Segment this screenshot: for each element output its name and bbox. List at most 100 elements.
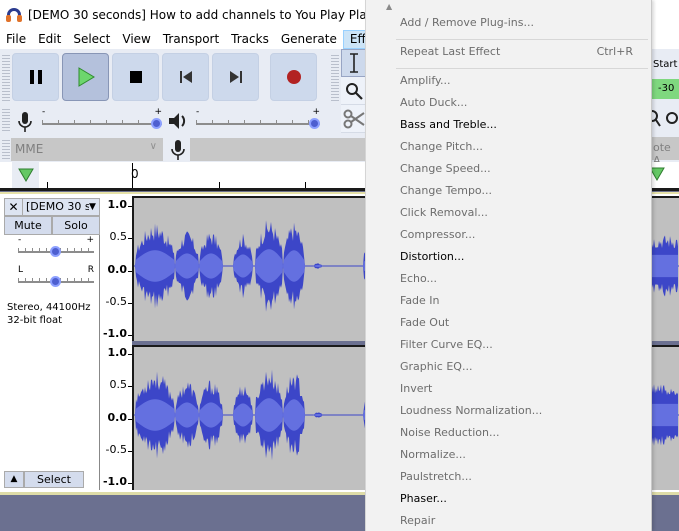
menu-item-graphic-eq[interactable]: Graphic EQ... [400, 360, 635, 380]
menu-separator [396, 39, 648, 40]
amplitude-ruler-right-channel: 1.0 0.5 0.0 -0.5 -1.0 [100, 344, 132, 488]
slider-track [42, 123, 162, 125]
menu-item-echo[interactable]: Echo... [400, 272, 635, 292]
track-name-menu[interactable]: [DEMO 30 se [23, 199, 89, 215]
tools-toolbar-grip[interactable] [331, 53, 339, 103]
menu-item-filter-curve-eq[interactable]: Filter Curve EQ... [400, 338, 635, 358]
gain-min-label: - [18, 235, 22, 245]
skip-to-start-button[interactable] [162, 53, 209, 101]
menu-item-label: Change Tempo... [400, 184, 492, 197]
menu-item-loudness-normalization[interactable]: Loudness Normalization... [400, 404, 635, 424]
solo-button[interactable]: Solo [52, 216, 100, 235]
i-beam-icon [349, 53, 358, 73]
stop-button[interactable] [112, 53, 159, 101]
menu-item-normalize[interactable]: Normalize... [400, 448, 635, 468]
track-gain-slider[interactable]: - + [18, 235, 94, 258]
menu-item-auto-duck[interactable]: Auto Duck... [400, 96, 635, 116]
menu-file[interactable]: File [0, 30, 32, 49]
menu-tracks[interactable]: Tracks [225, 30, 275, 49]
gain-max-label: + [86, 235, 94, 245]
menu-scroll-up-arrow-icon[interactable]: ▲ [386, 2, 392, 11]
menu-item-noise-reduction[interactable]: Noise Reduction... [400, 426, 635, 446]
green-triangle-down-icon [652, 167, 665, 181]
menu-item-label: Repeat Last Effect [400, 45, 501, 58]
amplitude-tick-label: 1.0 [107, 198, 128, 211]
playback-volume-thumb[interactable] [309, 118, 320, 129]
menu-item-change-speed[interactable]: Change Speed... [400, 162, 635, 182]
menu-item-label: Auto Duck... [400, 96, 468, 109]
record-icon [286, 70, 301, 84]
magnifier-icon [345, 82, 363, 100]
close-track-button[interactable]: ✕ [5, 199, 23, 215]
amplitude-tick-label: 0.5 [109, 378, 128, 392]
menu-select[interactable]: Select [67, 30, 116, 49]
record-button[interactable] [270, 53, 317, 101]
recording-volume-slider[interactable]: - + [42, 107, 162, 130]
recording-device-select[interactable] [190, 138, 366, 161]
pan-right-label: R [87, 265, 94, 275]
ruler-tick [219, 182, 220, 188]
chevron-down-icon: ∨ [149, 141, 157, 152]
menu-generate[interactable]: Generate [275, 30, 343, 49]
mute-solo-row: Mute Solo [4, 216, 100, 235]
zoom-toggle-icon[interactable] [652, 107, 679, 129]
menu-item-paulstretch[interactable]: Paulstretch... [400, 470, 635, 490]
menu-item-repair[interactable]: Repair [400, 514, 635, 531]
menu-item-label: Fade Out [400, 316, 450, 329]
amplitude-tick-label: -0.5 [105, 442, 127, 456]
menu-item-click-removal[interactable]: Click Removal... [400, 206, 635, 226]
mute-button[interactable]: Mute [4, 216, 52, 235]
effect-menu-dropdown: ▲ Add / Remove Plug-ins... Repeat Last Ef… [365, 0, 652, 531]
collapse-track-button[interactable]: ▲ [4, 471, 24, 488]
pause-button[interactable] [12, 53, 59, 101]
recording-volume-thumb[interactable] [151, 118, 162, 129]
cut-tool-button[interactable] [341, 105, 366, 133]
menu-item-label: Echo... [400, 272, 437, 285]
track-pan-slider[interactable]: L R [18, 265, 94, 288]
play-button[interactable] [62, 53, 109, 101]
menu-item-label: Change Pitch... [400, 140, 483, 153]
menu-item-invert[interactable]: Invert [400, 382, 635, 402]
playback-volume-slider[interactable]: - + [196, 107, 320, 130]
device-toolbar-grip[interactable] [2, 138, 10, 161]
menu-view[interactable]: View [116, 30, 156, 49]
track-menu-arrow-icon[interactable]: ▼ [89, 199, 99, 215]
audio-host-select[interactable]: MME ∨ [11, 138, 163, 161]
menu-item-label: Invert [400, 382, 433, 395]
zoom-tool-button[interactable] [341, 77, 366, 105]
menu-item-repeat-last-effect[interactable]: Repeat Last Effect Ctrl+R [400, 45, 635, 65]
track-control-panel: ✕ [DEMO 30 se ▼ Mute Solo - + L R [4, 198, 100, 490]
menu-item-label: Amplify... [400, 74, 451, 87]
menu-transport[interactable]: Transport [157, 30, 225, 49]
menu-item-distortion[interactable]: Distortion... [400, 250, 635, 270]
menu-item-label: Graphic EQ... [400, 360, 473, 373]
menu-item-add-remove-plug-ins[interactable]: Add / Remove Plug-ins... [400, 16, 635, 36]
amplitude-ruler-left-channel: 1.0 0.5 0.0 -0.5 -1.0 [100, 196, 132, 340]
menu-item-label: Distortion... [400, 250, 465, 263]
gain-thumb[interactable] [50, 246, 61, 257]
audacity-window: [DEMO 30 seconds] How to add channels to… [0, 0, 679, 531]
selection-tool-button[interactable] [341, 49, 366, 77]
menu-item-fade-in[interactable]: Fade In [400, 294, 635, 314]
menu-item-phaser[interactable]: Phaser... [400, 492, 635, 512]
menu-edit[interactable]: Edit [32, 30, 67, 49]
menu-item-fade-out[interactable]: Fade Out [400, 316, 635, 336]
menu-item-change-pitch[interactable]: Change Pitch... [400, 140, 635, 160]
mixer-toolbar-grip[interactable] [2, 107, 10, 133]
right-toolbars-partial: Start -30 ote A [652, 49, 679, 167]
timeline-options-button[interactable] [12, 162, 39, 188]
playback-device-select[interactable]: ote A [652, 137, 679, 167]
selection-start-label: Start [653, 59, 678, 70]
menu-item-bass-and-treble[interactable]: Bass and Treble... [400, 118, 635, 138]
menu-item-shortcut: Ctrl+R [596, 45, 633, 58]
menu-item-compressor[interactable]: Compressor... [400, 228, 635, 248]
menu-item-change-tempo[interactable]: Change Tempo... [400, 184, 635, 204]
transport-toolbar-grip[interactable] [2, 53, 10, 103]
pan-thumb[interactable] [50, 276, 61, 287]
menu-item-amplify[interactable]: Amplify... [400, 74, 635, 94]
stop-icon [129, 71, 142, 83]
slider-max-label: + [154, 107, 162, 117]
select-track-button[interactable]: Select [24, 471, 84, 488]
skip-to-end-button[interactable] [212, 53, 259, 101]
playback-meter[interactable]: -30 [652, 79, 679, 99]
